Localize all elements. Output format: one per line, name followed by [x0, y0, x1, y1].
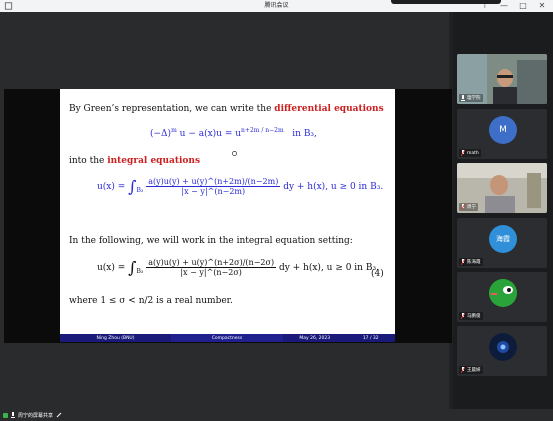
mouse-cursor-icon	[232, 151, 237, 156]
participant-label: math	[459, 149, 481, 157]
equation-differential: (−Δ)m u − a(x)u = un+2m / n−2m in B₃,	[150, 127, 317, 139]
participant-label: 陈海霞	[459, 258, 483, 266]
footer-author: Ning Zhou (BNU)	[60, 334, 171, 342]
microphone-muted-icon	[461, 367, 465, 373]
microphone-icon	[11, 412, 15, 418]
participant-tile[interactable]: 海霞 陈海霞	[457, 218, 547, 268]
slide-line-2: into the integral equations	[69, 156, 201, 166]
edit-icon[interactable]	[56, 412, 62, 418]
avatar	[489, 333, 517, 361]
avatar: 海霞	[489, 225, 517, 253]
microphone-muted-icon	[461, 204, 465, 210]
avatar	[489, 279, 517, 307]
participant-tile[interactable]: 马鹏俊	[457, 272, 547, 322]
maximize-button[interactable]: □	[518, 0, 528, 12]
shared-slide: By Green’s representation, we can write …	[60, 89, 395, 342]
microphone-icon	[461, 95, 465, 101]
participant-tile[interactable]: M math	[457, 109, 547, 159]
equation-integral-1: u(x) = ∫B₃ a(y)u(y) + u(y)^(n+2m)/(n−2m)…	[97, 177, 384, 196]
participant-tile[interactable]: 周宁	[457, 163, 547, 213]
share-status-label: 周宁的屏幕共享	[18, 412, 54, 419]
participant-label: 马鹏俊	[459, 312, 483, 320]
footer-title: Compactness	[171, 334, 283, 342]
slide-line-1: By Green’s representation, we can write …	[69, 104, 384, 114]
screen-share-status[interactable]: 周宁的屏幕共享	[3, 411, 62, 419]
screen-share-icon	[3, 412, 8, 418]
participant-label: 王晨妍	[459, 366, 483, 374]
close-button[interactable]: ✕	[537, 0, 547, 12]
equation-integral-2: u(x) = ∫B₃ a(y)u(y) + u(y)^(n+2σ)/(n−2σ)…	[97, 258, 379, 277]
speaker-indicator	[391, 0, 501, 4]
participant-sidebar: 理学院 M math 周宁 海霞 陈海霞 马鹏俊 王晨妍	[453, 12, 553, 409]
slide-line-3: In the following, we will work in the in…	[69, 236, 353, 246]
avatar: M	[489, 116, 517, 144]
footer-date-page: May 26, 2023 17 / 32	[283, 334, 395, 342]
highlight-integral: integral equations	[107, 156, 201, 166]
equation-number: (4)	[371, 269, 384, 279]
participant-label: 理学院	[459, 94, 483, 102]
participant-tile[interactable]: 理学院	[457, 54, 547, 104]
slide-footer: Ning Zhou (BNU) Compactness May 26, 2023…	[60, 334, 395, 342]
slide-line-4: where 1 ≤ σ < n/2 is a real number.	[69, 296, 233, 306]
bottom-bar: 周宁的屏幕共享	[0, 409, 553, 421]
participant-label: 周宁	[459, 203, 478, 211]
microphone-muted-icon	[461, 150, 465, 156]
participant-tile[interactable]: 王晨妍	[457, 326, 547, 376]
microphone-muted-icon	[461, 313, 465, 319]
highlight-differential: differential equations	[274, 104, 384, 114]
microphone-muted-icon	[461, 259, 465, 265]
